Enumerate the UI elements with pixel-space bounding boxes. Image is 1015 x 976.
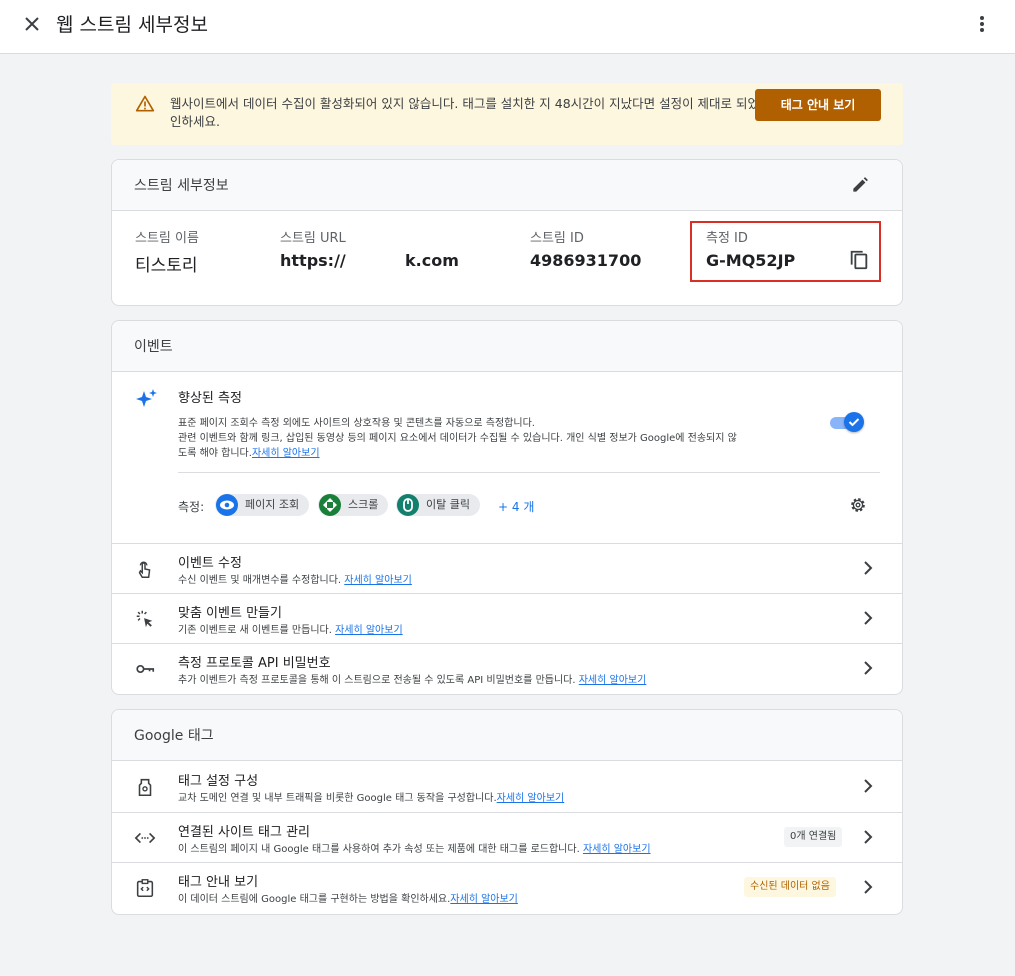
learn-more-link[interactable]: 자세히 알아보기 (335, 625, 403, 636)
row-desc: 추가 이벤트가 측정 프로토콜을 통해 이 스트림으로 전송될 수 있도록 AP… (178, 675, 647, 686)
chip-scroll: 스크롤 (318, 494, 389, 516)
learn-more-link[interactable]: 자세히 알아보기 (252, 448, 320, 459)
stream-id-field: 스트림 ID 4986931700 (530, 227, 641, 270)
check-icon (848, 418, 860, 427)
warning-icon (135, 95, 155, 112)
stream-name-label: 스트림 이름 (135, 231, 199, 246)
tag-instructions-icon (136, 879, 154, 898)
enhanced-measurement-desc: 표준 페이지 조회수 측정 외에도 사이트의 상호작용 및 콘텐츠를 자동으로 … (178, 416, 828, 461)
card-title: 이벤트 (134, 339, 173, 355)
page-title: 웹 스트림 세부정보 (56, 14, 208, 36)
measurement-id-label: 측정 ID (706, 231, 748, 246)
row-desc: 교차 도메인 연결 및 내부 트래픽을 비롯한 Google 태그 동작을 구성… (178, 793, 565, 804)
row-title: 맞춤 이벤트 만들기 (178, 606, 282, 621)
learn-more-link[interactable]: 자세히 알아보기 (579, 675, 647, 686)
status-badge: 0개 연결됨 (784, 827, 843, 847)
scroll-icon (319, 494, 341, 516)
stream-url-value: https:// k.com (280, 251, 480, 270)
edit-icon[interactable] (850, 175, 870, 195)
stream-details-card: 스트림 세부정보 스트림 이름 티스토리 스트림 URL https:// k.… (111, 159, 903, 306)
row-desc: 기존 이벤트로 새 이벤트를 만듭니다. 자세히 알아보기 (178, 625, 403, 636)
tag-icon (138, 778, 152, 797)
mouse-icon (397, 494, 419, 516)
eye-icon (216, 494, 238, 516)
stream-url-prefix: https:// (280, 251, 346, 270)
row-title: 태그 설정 구성 (178, 774, 259, 789)
list-item-create-custom-event[interactable]: 맞춤 이벤트 만들기 기존 이벤트로 새 이벤트를 만듭니다. 자세히 알아보기 (112, 593, 902, 643)
top-bar: 웹 스트림 세부정보 (0, 0, 1015, 54)
key-icon (136, 664, 155, 674)
stream-name-field: 스트림 이름 티스토리 (135, 227, 199, 276)
more-measurements-link[interactable]: + 4 개 (498, 498, 534, 515)
measurement-id-value: G-MQ52JP (706, 251, 796, 270)
stream-name-value: 티스토리 (135, 256, 198, 276)
chevron-right-icon (864, 880, 873, 894)
row-title: 측정 프로토콜 API 비밀번호 (178, 656, 331, 671)
desc-line: 관련 이벤트와 함께 링크, 삽입된 동영상 등의 페이지 요소에서 데이터가 … (178, 433, 737, 444)
learn-more-link[interactable]: 자세히 알아보기 (344, 575, 412, 586)
chevron-right-icon (864, 611, 873, 625)
stream-id-label: 스트림 ID (530, 231, 584, 246)
measurement-id-field: 측정 ID G-MQ52JP (706, 227, 795, 270)
card-header: Google 태그 (112, 710, 902, 761)
divider (178, 472, 880, 473)
learn-more-link[interactable]: 자세히 알아보기 (583, 844, 651, 855)
row-title: 태그 안내 보기 (178, 875, 259, 890)
enhanced-measurement-title: 향상된 측정 (178, 391, 242, 406)
chevron-right-icon (864, 561, 873, 575)
row-desc: 수신 이벤트 및 매개변수를 수정합니다. 자세히 알아보기 (178, 575, 412, 586)
learn-more-link[interactable]: 자세히 알아보기 (450, 894, 518, 905)
events-card: 이벤트 향상된 측정 표준 페이지 조회수 측정 외에도 사이트의 상호작용 및… (111, 320, 903, 695)
chevron-right-icon (864, 779, 873, 793)
stream-url-label: 스트림 URL (280, 231, 346, 246)
chevron-right-icon (864, 830, 873, 844)
desc-line: 도록 해야 합니다.자세히 알아보기 (178, 448, 320, 459)
google-tag-card: Google 태그 태그 설정 구성 교차 도메인 연결 및 내부 트래픽을 비… (111, 709, 903, 915)
card-header: 스트림 세부정보 (112, 160, 902, 211)
list-item-view-tag-instructions[interactable]: 태그 안내 보기 이 데이터 스트림에 Google 태그를 구현하는 방법을 … (112, 862, 902, 912)
row-title: 이벤트 수정 (178, 556, 242, 571)
more-vert-icon (980, 16, 984, 20)
list-item-modify-events[interactable]: 이벤트 수정 수신 이벤트 및 매개변수를 수정합니다. 자세히 알아보기 (112, 543, 902, 593)
card-header: 이벤트 (112, 321, 902, 372)
status-badge: 수신된 데이터 없음 (744, 877, 836, 897)
row-desc: 이 데이터 스트림에 Google 태그를 구현하는 방법을 확인하세요.자세히… (178, 894, 518, 905)
row-title: 연결된 사이트 태그 관리 (178, 825, 310, 840)
chip-outbound-click: 이탈 클릭 (396, 494, 480, 516)
desc-line: 표준 페이지 조회수 측정 외에도 사이트의 상호작용 및 콘텐츠를 자동으로 … (178, 418, 535, 429)
chip-page-view: 페이지 조회 (215, 494, 310, 516)
card-title: 스트림 세부정보 (134, 178, 229, 194)
warning-banner: 웹사이트에서 데이터 수집이 활성화되어 있지 않습니다. 태그를 설치한 지 … (111, 83, 903, 145)
sparkle-icon (136, 389, 157, 407)
list-item-configure-tag[interactable]: 태그 설정 구성 교차 도메인 연결 및 내부 트래픽을 비롯한 Google … (112, 762, 902, 812)
stream-url-field: 스트림 URL https:// k.com (280, 227, 480, 270)
row-desc: 이 스트림의 페이지 내 Google 태그를 사용하여 추가 속성 또는 제품… (178, 844, 651, 855)
more-options-button[interactable] (970, 12, 994, 36)
close-button[interactable] (20, 12, 44, 36)
code-icon (134, 832, 156, 844)
enhanced-measurement-toggle[interactable] (830, 412, 864, 432)
view-tag-instructions-button[interactable]: 태그 안내 보기 (755, 89, 881, 121)
chevron-right-icon (864, 661, 873, 675)
touch-icon (138, 561, 151, 578)
list-item-connected-site-tags[interactable]: 연결된 사이트 태그 관리 이 스트림의 페이지 내 Google 태그를 사용… (112, 812, 902, 862)
stream-id-value: 4986931700 (530, 251, 642, 270)
stream-url-suffix: k.com (405, 251, 459, 270)
click-sparkle-icon (136, 610, 153, 628)
gear-icon[interactable] (848, 495, 868, 515)
card-title: Google 태그 (134, 728, 214, 744)
copy-icon[interactable] (848, 249, 870, 271)
list-item-measurement-protocol[interactable]: 측정 프로토콜 API 비밀번호 추가 이벤트가 측정 프로토콜을 통해 이 스… (112, 643, 902, 693)
close-icon (25, 17, 39, 31)
measure-label: 측정: (178, 500, 205, 514)
learn-more-link[interactable]: 자세히 알아보기 (497, 793, 565, 804)
banner-message: 웹사이트에서 데이터 수집이 활성화되어 있지 않습니다. 태그를 설치한 지 … (170, 96, 798, 129)
